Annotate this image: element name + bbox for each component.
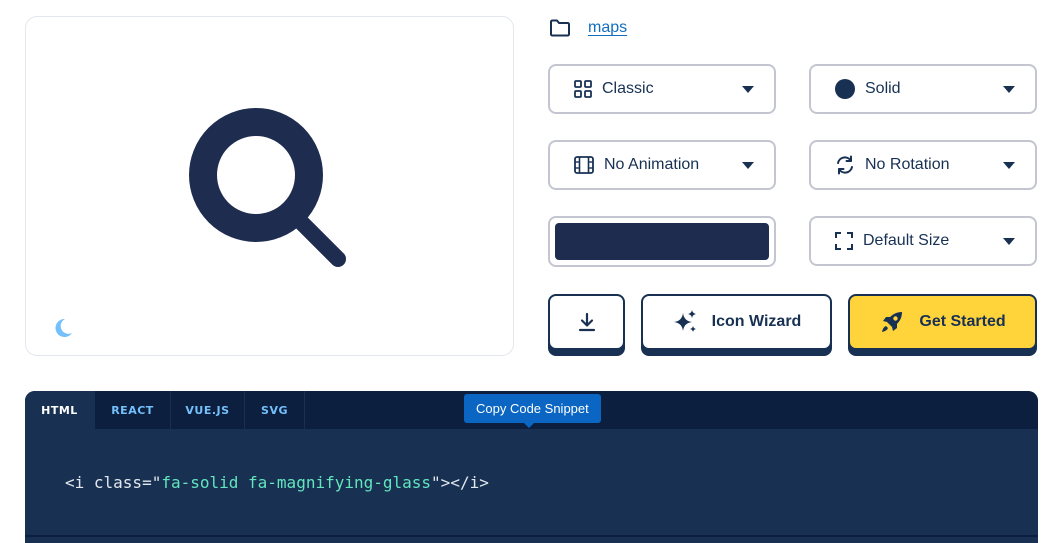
folder-icon (550, 19, 570, 37)
expand-icon (835, 232, 853, 250)
divider (25, 535, 1038, 537)
icon-wizard-button[interactable]: Icon Wizard (641, 294, 832, 350)
grid-icon (574, 80, 592, 98)
tab-vuejs[interactable]: VUE.JS (171, 391, 245, 429)
get-started-label: Get Started (919, 313, 1006, 330)
tab-svg[interactable]: SVG (245, 391, 305, 429)
code-class-value: fa-solid fa-magnifying-glass (161, 473, 432, 492)
download-icon (578, 312, 595, 332)
animation-select[interactable]: No Animation (548, 140, 776, 190)
size-select-label: Default Size (863, 232, 950, 249)
size-select[interactable]: Default Size (809, 216, 1037, 266)
rotation-select-label: No Rotation (865, 156, 950, 173)
chevron-down-icon (1003, 238, 1015, 245)
family-select[interactable]: Classic (548, 64, 776, 114)
color-swatch (555, 223, 769, 260)
copy-snippet-tooltip: Copy Code Snippet (464, 394, 601, 428)
tab-react[interactable]: REACT (95, 391, 171, 429)
moon-icon[interactable] (52, 317, 74, 339)
code-suffix: "></i> (431, 473, 489, 492)
chevron-down-icon (1003, 86, 1015, 93)
rocket-icon (882, 312, 903, 332)
code-prefix: <i class=" (65, 473, 162, 492)
download-button[interactable] (548, 294, 625, 350)
color-picker[interactable] (548, 216, 776, 267)
get-started-button[interactable]: Get Started (848, 294, 1037, 350)
film-icon (574, 156, 594, 174)
family-select-label: Classic (602, 80, 654, 97)
icon-wizard-label: Icon Wizard (711, 313, 802, 330)
rotate-icon (837, 155, 853, 175)
category-link[interactable]: maps (588, 19, 627, 37)
rotation-select[interactable]: No Rotation (809, 140, 1037, 190)
icon-preview (25, 16, 514, 356)
magnifying-glass-icon (189, 108, 346, 267)
circle-icon (835, 79, 855, 99)
chevron-down-icon (742, 86, 754, 93)
category-row: maps (549, 16, 627, 40)
style-select-label: Solid (865, 80, 901, 97)
chevron-down-icon (742, 162, 754, 169)
tab-html[interactable]: HTML (25, 391, 95, 429)
code-snippet[interactable]: <i class="fa-solid fa-magnifying-glass">… (65, 473, 489, 492)
chevron-down-icon (1003, 162, 1015, 169)
style-select[interactable]: Solid (809, 64, 1037, 114)
sparkles-icon (673, 310, 696, 332)
animation-select-label: No Animation (604, 156, 700, 173)
